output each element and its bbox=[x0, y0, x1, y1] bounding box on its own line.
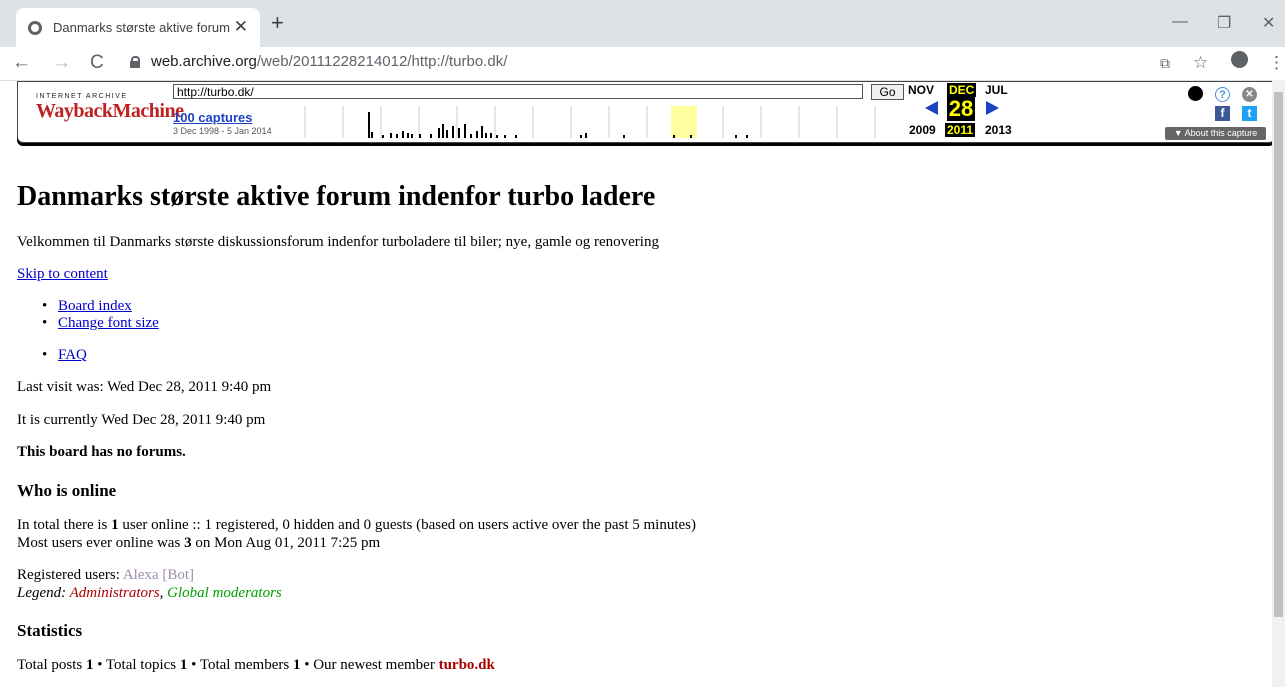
most-users-post: on Mon Aug 01, 2011 7:25 pm bbox=[191, 535, 381, 551]
window-close-icon[interactable]: ✕ bbox=[1262, 13, 1275, 33]
legend-administrators: Administrators bbox=[69, 585, 160, 601]
registered-label: Registered users: bbox=[17, 567, 123, 583]
most-users-online: Most users ever online was 3 on Mon Aug … bbox=[17, 535, 380, 552]
globe-icon bbox=[28, 21, 42, 35]
next-year[interactable]: 2013 bbox=[985, 123, 1012, 137]
forward-icon[interactable]: → bbox=[52, 52, 71, 74]
new-tab-button[interactable]: + bbox=[271, 12, 284, 34]
twitter-icon[interactable]: t bbox=[1242, 106, 1257, 121]
legend: Legend: Administrators, Global moderator… bbox=[17, 585, 282, 602]
stats-newest-label: • Our newest member bbox=[300, 657, 439, 673]
stats-posts-label: Total posts bbox=[17, 657, 86, 673]
restore-icon[interactable]: ❐ bbox=[1217, 13, 1231, 33]
stats-topics-label: • Total topics bbox=[93, 657, 180, 673]
nav-faq[interactable]: FAQ bbox=[58, 347, 87, 363]
facebook-icon[interactable]: f bbox=[1215, 106, 1230, 121]
scrollbar-thumb[interactable] bbox=[1274, 92, 1283, 617]
prev-year[interactable]: 2009 bbox=[909, 123, 936, 137]
star-icon[interactable]: ☆ bbox=[1193, 53, 1208, 73]
current-month: DEC bbox=[947, 83, 977, 97]
capture-range: 3 Dec 1998 - 5 Jan 2014 bbox=[173, 126, 272, 136]
translate-icon[interactable]: ⧉ bbox=[1160, 55, 1170, 72]
about-capture-button[interactable]: ▼ About this capture bbox=[1165, 127, 1266, 140]
page-title: Danmarks største aktive forum indenfor t… bbox=[17, 181, 656, 212]
account-icon[interactable] bbox=[1188, 86, 1203, 101]
registered-user-link[interactable]: Alexa [Bot] bbox=[123, 567, 194, 583]
browser-tab[interactable]: Danmarks største aktive forum in ✕ bbox=[16, 8, 260, 47]
browser-toolbar: ← → C web.archive.org/web/20111228214012… bbox=[0, 47, 1285, 81]
prev-capture-arrow-icon[interactable] bbox=[925, 101, 938, 115]
current-day: 28 bbox=[947, 96, 975, 121]
site-description: Velkommen til Danmarks største diskussio… bbox=[17, 234, 659, 250]
reload-icon[interactable]: C bbox=[90, 52, 104, 74]
nav-change-font-size[interactable]: Change font size bbox=[58, 315, 159, 331]
most-users-count: 3 bbox=[184, 535, 192, 551]
browser-tab-strip: Danmarks største aktive forum in ✕ + — ❐… bbox=[0, 0, 1285, 47]
wayback-close-icon[interactable]: ✕ bbox=[1242, 87, 1257, 102]
wayback-logo-caption: INTERNET ARCHIVE bbox=[36, 93, 128, 100]
newest-member-link[interactable]: turbo.dk bbox=[439, 657, 495, 673]
tab-close-icon[interactable]: ✕ bbox=[234, 17, 248, 37]
wayback-go-button[interactable]: Go bbox=[871, 84, 904, 100]
next-capture-arrow-icon[interactable] bbox=[986, 101, 999, 115]
current-time: It is currently Wed Dec 28, 2011 9:40 pm bbox=[17, 412, 266, 428]
statistics-heading: Statistics bbox=[17, 621, 83, 640]
registered-users: Registered users: Alexa [Bot] bbox=[17, 567, 194, 584]
online-summary: In total there is 1 user online :: 1 reg… bbox=[17, 517, 696, 534]
lock-icon bbox=[130, 56, 140, 68]
last-visit: Last visit was: Wed Dec 28, 2011 9:40 pm bbox=[17, 379, 272, 395]
skip-to-content-link[interactable]: Skip to content bbox=[17, 266, 108, 282]
address-bar[interactable]: web.archive.org/web/20111228214012/http:… bbox=[151, 53, 507, 70]
menu-icon[interactable]: ⋮ bbox=[1268, 53, 1285, 73]
capture-sparkline[interactable] bbox=[280, 104, 880, 140]
who-is-online-heading: Who is online bbox=[17, 481, 117, 500]
url-host: web.archive.org bbox=[151, 53, 257, 70]
online-text-post: user online :: 1 registered, 0 hidden an… bbox=[118, 517, 696, 533]
scrollbar[interactable] bbox=[1272, 80, 1285, 687]
wayback-logo[interactable]: WaybackMachine bbox=[36, 100, 184, 123]
no-forums-message: This board has no forums. bbox=[17, 444, 186, 460]
legend-label: Legend: bbox=[17, 585, 70, 601]
next-month[interactable]: JUL bbox=[985, 83, 1008, 97]
captures-link[interactable]: 100 captures bbox=[173, 110, 253, 125]
statistics-line: Total posts 1 • Total topics 1 • Total m… bbox=[17, 657, 495, 674]
legend-global-moderators: Global moderators bbox=[167, 585, 282, 601]
online-count: 1 bbox=[111, 517, 119, 533]
wayback-url-input[interactable] bbox=[173, 84, 863, 99]
stats-members-label: • Total members bbox=[187, 657, 293, 673]
tab-title: Danmarks største aktive forum in bbox=[53, 20, 233, 35]
current-year: 2011 bbox=[945, 123, 976, 137]
back-icon[interactable]: ← bbox=[12, 52, 31, 74]
url-path: /web/20111228214012/http://turbo.dk/ bbox=[256, 53, 508, 70]
profile-icon[interactable] bbox=[1231, 51, 1248, 68]
prev-month[interactable]: NOV bbox=[908, 83, 934, 97]
nav-board-index[interactable]: Board index bbox=[58, 298, 132, 314]
most-users-pre: Most users ever online was bbox=[17, 535, 185, 551]
minimize-icon[interactable]: — bbox=[1172, 13, 1188, 31]
online-text-pre: In total there is bbox=[17, 517, 112, 533]
help-icon[interactable]: ? bbox=[1215, 87, 1230, 102]
wayback-toolbar: INTERNET ARCHIVE WaybackMachine Go 100 c… bbox=[17, 81, 1275, 143]
